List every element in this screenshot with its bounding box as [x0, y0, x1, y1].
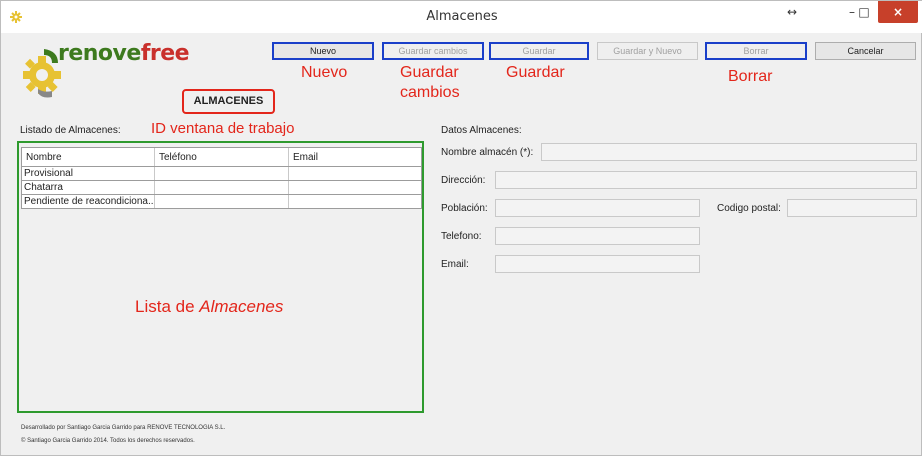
logo-text-part2: free [140, 41, 190, 66]
email-label: Email: [441, 259, 469, 270]
cell-telefono [155, 181, 289, 194]
list-label: Listado de Almacenes: [20, 125, 121, 136]
poblacion-label: Población: [441, 203, 488, 214]
telefono-label: Telefono: [441, 231, 482, 242]
cell-nombre: Provisional [22, 167, 155, 180]
table-row[interactable]: Chatarra [21, 181, 422, 195]
window-id-badge: ALMACENES [182, 89, 275, 114]
cell-email [289, 181, 423, 194]
annotation-lista-prefix: Lista de [135, 297, 200, 316]
annotation-guardar-cambios-line2: cambios [400, 84, 460, 101]
footer-copyright-text: © Santiago Garcia Garrido 2014. Todos lo… [21, 438, 195, 444]
codigo-postal-label: Codigo postal: [717, 203, 781, 214]
annotation-borrar: Borrar [728, 68, 773, 85]
cell-telefono [155, 167, 289, 180]
nombre-almacen-label: Nombre almacén (*): [441, 147, 534, 158]
poblacion-field[interactable] [495, 199, 700, 217]
logo-text-part1: renove [58, 41, 141, 66]
codigo-postal-field[interactable] [787, 199, 917, 217]
footer-developer-text: Desarrollado por Santiago Garcia Garrido… [21, 425, 226, 431]
direccion-label: Dirección: [441, 175, 486, 186]
cell-email [289, 195, 423, 208]
close-button[interactable]: × [878, 1, 918, 23]
renovefree-logo: renovefree [18, 41, 198, 103]
annotation-guardar-cambios-line1: Guardar [400, 64, 459, 81]
logo-text: renovefree [58, 41, 190, 66]
direccion-field[interactable] [495, 171, 917, 189]
annotation-lista: Lista de Almacenes [135, 297, 283, 316]
telefono-field[interactable] [495, 227, 700, 245]
cell-email [289, 167, 423, 180]
annotation-id-ventana: ID ventana de trabajo [151, 120, 295, 137]
email-field[interactable] [495, 255, 700, 273]
column-header-nombre[interactable]: Nombre [22, 148, 155, 166]
annotation-nuevo: Nuevo [301, 64, 348, 81]
table-row[interactable]: Provisional [21, 167, 422, 181]
cell-nombre: Chatarra [22, 181, 155, 194]
table-row[interactable]: Pendiente de reacondiciona... [21, 195, 422, 209]
maximize-button[interactable]: □ [851, 1, 877, 23]
cell-telefono [155, 195, 289, 208]
grid-header: Nombre Teléfono Email [21, 147, 422, 167]
guardar-y-nuevo-button[interactable]: Guardar y Nuevo [597, 42, 698, 60]
cell-nombre: Pendiente de reacondiciona... [24, 195, 155, 208]
guardar-cambios-button[interactable]: Guardar cambios [382, 42, 484, 60]
form-section-label: Datos Almacenes: [441, 125, 522, 136]
borrar-button[interactable]: Borrar [705, 42, 807, 60]
resize-icon[interactable]: ↔ [775, 1, 809, 23]
annotation-lista-italic: Almacenes [199, 297, 284, 316]
guardar-button[interactable]: Guardar [489, 42, 589, 60]
app-window: Almacenes ↔ – □ × renovefree Nuevo Guard… [0, 0, 922, 456]
cancelar-button[interactable]: Cancelar [815, 42, 916, 60]
nuevo-button[interactable]: Nuevo [272, 42, 374, 60]
title-bar: Almacenes ↔ – □ × [1, 1, 922, 33]
column-header-email[interactable]: Email [289, 148, 423, 166]
nombre-almacen-field[interactable] [541, 143, 917, 161]
column-header-telefono[interactable]: Teléfono [155, 148, 289, 166]
almacenes-list-frame: Nombre Teléfono Email Provisional Chatar… [17, 141, 424, 413]
annotation-guardar: Guardar [506, 64, 565, 81]
